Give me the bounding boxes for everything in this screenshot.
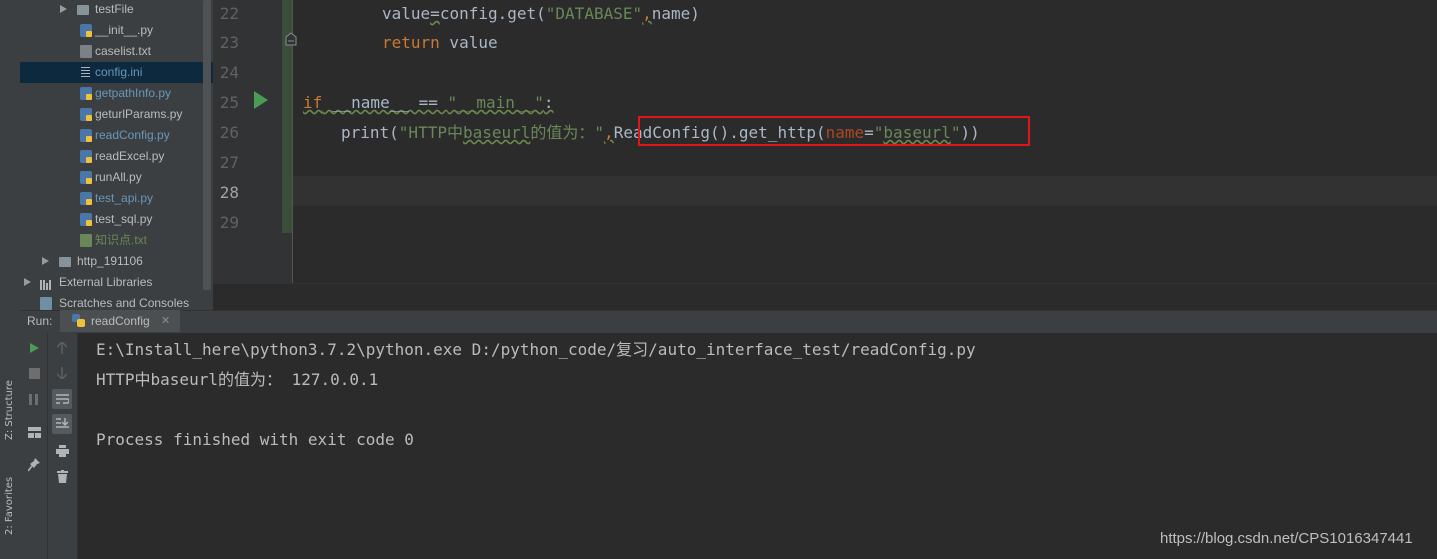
line-number: 26 xyxy=(219,123,239,142)
python-file-icon xyxy=(80,87,92,100)
tree-item-label: __init__.py xyxy=(95,23,154,37)
run-gutter-icon[interactable] xyxy=(254,91,268,109)
tree-item-test-api-py[interactable]: test_api.py xyxy=(20,188,213,209)
tree-item-readexcel-py[interactable]: readExcel.py xyxy=(20,146,213,167)
python-run-icon xyxy=(72,314,85,327)
python-file-icon xyxy=(80,171,92,184)
python-file-icon xyxy=(80,213,92,226)
code-line-23: return value xyxy=(382,33,498,52)
run-panel-label: Run: xyxy=(27,314,53,328)
expand-arrow-icon[interactable] xyxy=(60,5,67,13)
libraries-icon xyxy=(40,277,52,290)
line-number: 22 xyxy=(219,4,239,23)
tree-item-label: geturlParams.py xyxy=(95,107,183,121)
scratches-icon xyxy=(40,297,52,310)
tree-item-label: getpathInfo.py xyxy=(95,86,172,100)
tree-item-scratches[interactable]: Scratches and Consoles xyxy=(20,293,213,310)
scroll-to-end-icon[interactable] xyxy=(52,414,72,434)
text-file-icon xyxy=(80,45,92,58)
tree-item-label: runAll.py xyxy=(95,170,142,184)
stop-icon[interactable] xyxy=(24,363,44,383)
tree-item-label: test_sql.py xyxy=(95,212,153,226)
tool-window-strip: Z: Structure 2: Favorites xyxy=(0,0,21,559)
structure-tool-label: Z: Structure xyxy=(4,380,15,440)
console-line: Process finished with exit code 0 xyxy=(96,430,414,449)
tree-item-readconfig-py[interactable]: readConfig.py xyxy=(20,125,213,146)
fold-marker-icon[interactable] xyxy=(285,32,297,46)
close-icon[interactable]: ✕ xyxy=(161,310,170,332)
ini-file-icon xyxy=(80,66,92,79)
run-tab-label: readConfig xyxy=(91,314,150,328)
expand-arrow-icon[interactable] xyxy=(24,278,31,286)
python-file-icon xyxy=(80,108,92,121)
editor-bottom-area xyxy=(213,283,1437,311)
run-toolbar-primary xyxy=(20,333,48,559)
folder-icon xyxy=(59,257,71,267)
tree-item-label: test_api.py xyxy=(95,191,154,205)
tree-item-label: http_191106 xyxy=(77,254,143,268)
run-panel-header xyxy=(20,310,1437,333)
tree-item-external-libraries[interactable]: External Libraries xyxy=(20,272,213,293)
tree-item-caselist-txt[interactable]: caselist.txt xyxy=(20,41,213,62)
pause-icon[interactable] xyxy=(24,389,44,409)
tree-item-label: readExcel.py xyxy=(95,149,165,163)
rerun-icon[interactable] xyxy=(24,338,44,358)
python-file-icon xyxy=(80,24,92,37)
arrow-up-icon[interactable] xyxy=(52,338,72,358)
tree-item-label: caselist.txt xyxy=(95,44,152,58)
tree-item-test-sql-py[interactable]: test_sql.py xyxy=(20,209,213,230)
trash-icon[interactable] xyxy=(52,466,72,486)
line-number: 28 xyxy=(219,183,239,202)
tree-item-getpathinfo-py[interactable]: getpathInfo.py xyxy=(20,83,213,104)
tree-item-zhishidian-txt[interactable]: 知识点.txt xyxy=(20,230,213,251)
line-number: 23 xyxy=(219,33,239,52)
expand-arrow-icon[interactable] xyxy=(42,257,49,265)
tree-item-label: External Libraries xyxy=(59,275,153,289)
tree-item-label: Scratches and Consoles xyxy=(59,296,190,310)
arrow-down-icon[interactable] xyxy=(52,363,72,383)
python-file-icon xyxy=(80,192,92,205)
tree-item-config-ini[interactable]: config.ini xyxy=(20,62,213,83)
text-file-icon xyxy=(80,234,92,247)
soft-wrap-icon[interactable] xyxy=(52,389,72,409)
console-line: E:\Install_here\python3.7.2\python.exe D… xyxy=(96,340,976,359)
tree-item-label: readConfig.py xyxy=(95,128,170,142)
current-line-highlight xyxy=(293,176,1437,206)
tree-item-init-py[interactable]: __init__.py xyxy=(20,20,213,41)
run-toolbar-secondary xyxy=(48,333,78,559)
pin-icon[interactable] xyxy=(24,455,44,475)
folder-icon xyxy=(77,5,89,15)
favorites-tool-label: 2: Favorites xyxy=(4,476,15,535)
python-file-icon xyxy=(80,129,92,142)
console-line: HTTP中baseurl的值为： 127.0.0.1 xyxy=(96,370,379,389)
python-file-icon xyxy=(80,150,92,163)
tree-item-geturlparams-py[interactable]: geturlParams.py xyxy=(20,104,213,125)
code-line-22: value=config.get("DATABASE",name) xyxy=(382,4,700,23)
code-line-25: if __name__ == "__main__": xyxy=(303,93,554,112)
tree-item-testfile[interactable]: testFile xyxy=(20,0,213,20)
tree-item-runall-py[interactable]: runAll.py xyxy=(20,167,213,188)
tree-item-http-191106[interactable]: http_191106 xyxy=(20,251,213,272)
tree-item-label: 知识点.txt xyxy=(95,233,148,247)
tree-item-label: config.ini xyxy=(95,65,143,79)
print-icon[interactable] xyxy=(52,441,72,461)
line-number: 24 xyxy=(219,63,239,82)
layout-icon[interactable] xyxy=(24,422,44,442)
tree-item-label: testFile xyxy=(95,2,134,16)
project-tree-scrollbar[interactable] xyxy=(203,0,211,290)
annotation-highlight-box xyxy=(638,116,1030,146)
project-tree: testFile __init__.py caselist.txt config… xyxy=(20,0,213,310)
line-number: 27 xyxy=(219,153,239,172)
watermark-text: https://blog.csdn.net/CPS1016347441 xyxy=(1160,530,1413,547)
line-number: 25 xyxy=(219,93,239,112)
line-number: 29 xyxy=(219,213,239,232)
